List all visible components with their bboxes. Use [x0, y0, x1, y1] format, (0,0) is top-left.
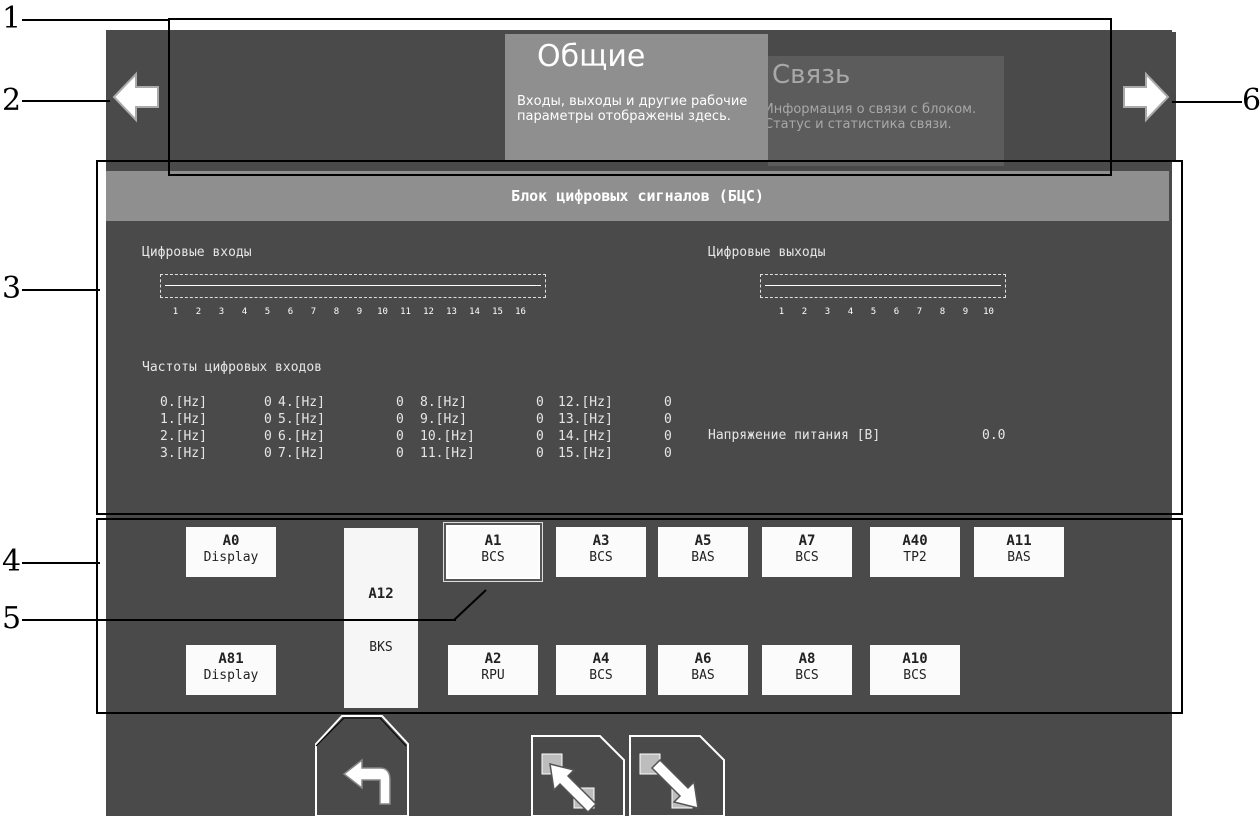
callout-frame-tabs: [168, 18, 1112, 176]
back-button[interactable]: [314, 714, 410, 816]
callout-line-5-diagonal: [453, 589, 487, 621]
next-button[interactable]: [1114, 32, 1176, 162]
callout-2: 2: [2, 83, 22, 118]
callout-line-1: [22, 19, 170, 21]
callout-6: 6: [1242, 83, 1260, 118]
callout-line-3: [22, 289, 100, 291]
callout-line-6: [1172, 101, 1242, 103]
callout-frame-panel: [96, 160, 1183, 515]
arrow-right-icon: [1123, 71, 1170, 123]
callout-5: 5: [2, 601, 22, 636]
callout-line-4: [22, 562, 100, 564]
callout-4: 4: [2, 544, 22, 579]
prev-button[interactable]: [106, 32, 168, 162]
callout-1: 1: [2, 1, 22, 36]
move-down-button[interactable]: [628, 734, 726, 816]
move-up-button[interactable]: [530, 734, 626, 816]
arrow-left-icon: [112, 71, 159, 123]
callout-line-2: [22, 100, 110, 102]
callout-frame-modules: [96, 518, 1183, 714]
callout-line-5: [22, 619, 456, 621]
callout-3: 3: [2, 271, 22, 306]
